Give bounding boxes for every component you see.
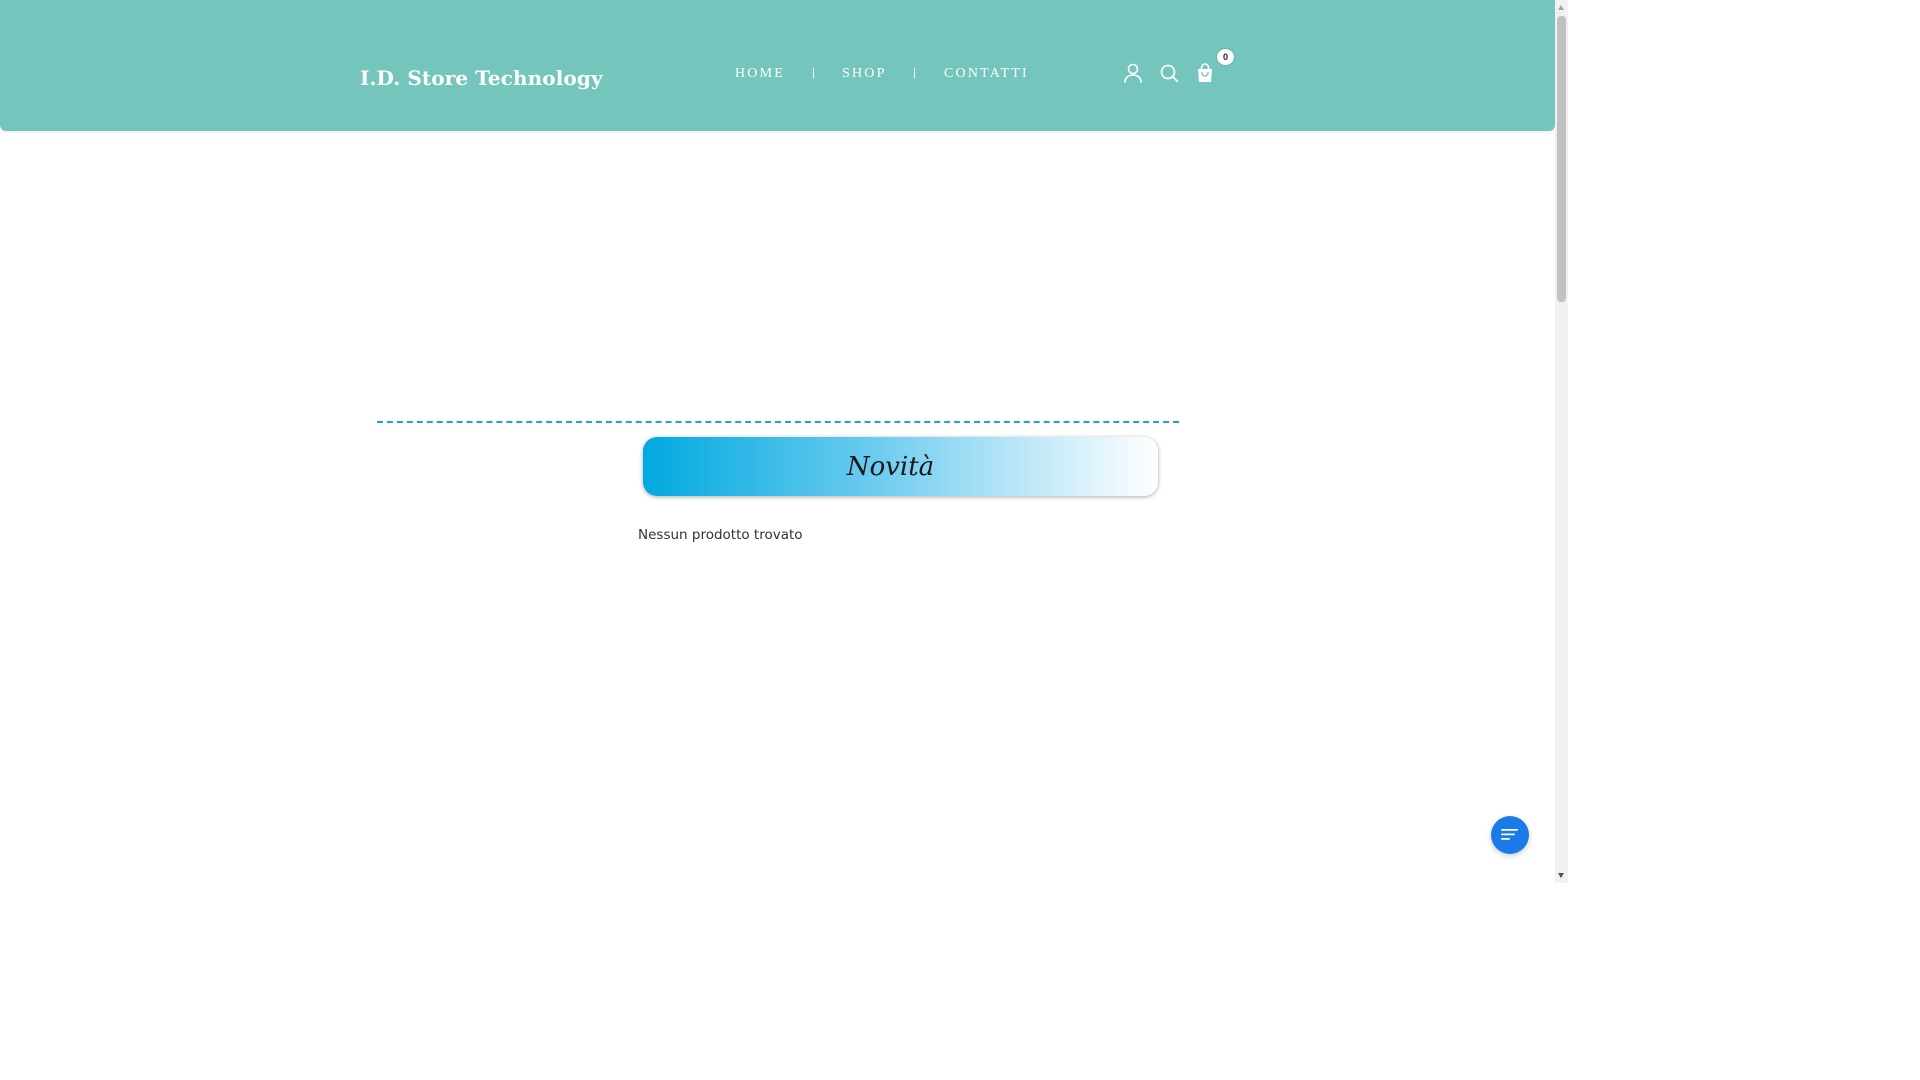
nav-separator: |: [913, 67, 916, 79]
site-header: I.D. Store Technology HOME | SHOP | CONT…: [0, 0, 1555, 131]
vertical-scrollbar[interactable]: [1555, 0, 1568, 883]
empty-products-message: Nessun prodotto trovato: [638, 527, 803, 543]
nav-shop[interactable]: SHOP: [842, 66, 887, 82]
scrollbar-thumb[interactable]: [1557, 16, 1566, 302]
nav-contatti[interactable]: CONTATTI: [944, 66, 1029, 82]
chat-menu-icon: [1501, 829, 1518, 840]
section-header-banner: Novità: [643, 437, 1158, 496]
scroll-down-arrow[interactable]: [1558, 873, 1564, 878]
user-icon[interactable]: [1122, 62, 1144, 84]
nav-separator: |: [812, 67, 815, 79]
shopping-bag-icon[interactable]: [1194, 62, 1216, 84]
section-divider: [377, 421, 1179, 423]
nav-home[interactable]: HOME: [735, 66, 785, 82]
section-title: Novità: [846, 451, 935, 482]
site-logo[interactable]: I.D. Store Technology: [360, 66, 603, 90]
search-icon[interactable]: [1158, 62, 1180, 84]
cart-count-badge: 0: [1217, 49, 1234, 65]
chat-button[interactable]: [1491, 816, 1529, 854]
scroll-up-arrow[interactable]: [1558, 5, 1564, 10]
